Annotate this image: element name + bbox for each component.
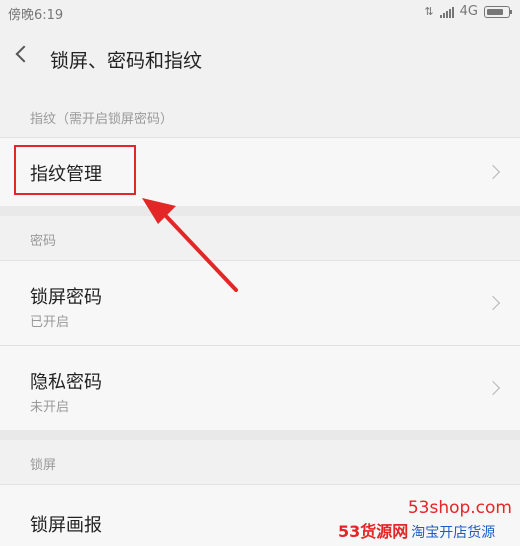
- status-icons: ⇅ 4G: [424, 4, 512, 19]
- list-item-status: 未开启: [30, 400, 70, 415]
- watermark-url: 53shop.com: [407, 498, 512, 518]
- list-item-title: 隐私密码: [30, 372, 102, 393]
- section-label: 指纹（需开启锁屏密码）: [30, 112, 174, 127]
- watermark-brand-line: 53货源网 淘宝开店货源: [338, 518, 495, 542]
- list-item-lockscreen-password[interactable]: 锁屏密码 已开启: [0, 261, 520, 345]
- watermark-slogan: 淘宝开店货源: [411, 525, 496, 541]
- list-item-title: 锁屏画报: [30, 515, 102, 536]
- list-item-privacy-password[interactable]: 隐私密码 未开启: [0, 346, 520, 430]
- section-label: 锁屏: [30, 458, 57, 473]
- list-item-title: 锁屏密码: [30, 287, 102, 308]
- watermark-brand: 53货源网: [338, 522, 409, 541]
- section-gap: [0, 430, 520, 440]
- chevron-right-icon: [485, 295, 501, 311]
- chevron-right-icon: [485, 380, 501, 396]
- battery-icon: [484, 5, 512, 18]
- data-arrows-icon: ⇅: [424, 5, 434, 18]
- list-item-status: 已开启: [30, 315, 70, 330]
- status-time: 傍晚6:19: [8, 8, 64, 23]
- section-gap: [0, 206, 520, 216]
- section-header-password: 密码: [0, 216, 520, 260]
- page-title: 锁屏、密码和指纹: [50, 50, 203, 72]
- app-header: 锁屏、密码和指纹: [0, 26, 520, 90]
- status-bar: 傍晚6:19 ⇅ 4G: [0, 0, 520, 26]
- highlight-box: [14, 145, 136, 195]
- signal-icon: [439, 6, 454, 18]
- chevron-right-icon: [485, 164, 501, 180]
- network-type: 4G: [459, 4, 478, 19]
- section-header-lockscreen: 锁屏: [0, 440, 520, 484]
- section-header-fingerprint: 指纹（需开启锁屏密码）: [0, 94, 520, 138]
- section-label: 密码: [30, 234, 57, 249]
- chevron-left-icon[interactable]: [15, 45, 33, 63]
